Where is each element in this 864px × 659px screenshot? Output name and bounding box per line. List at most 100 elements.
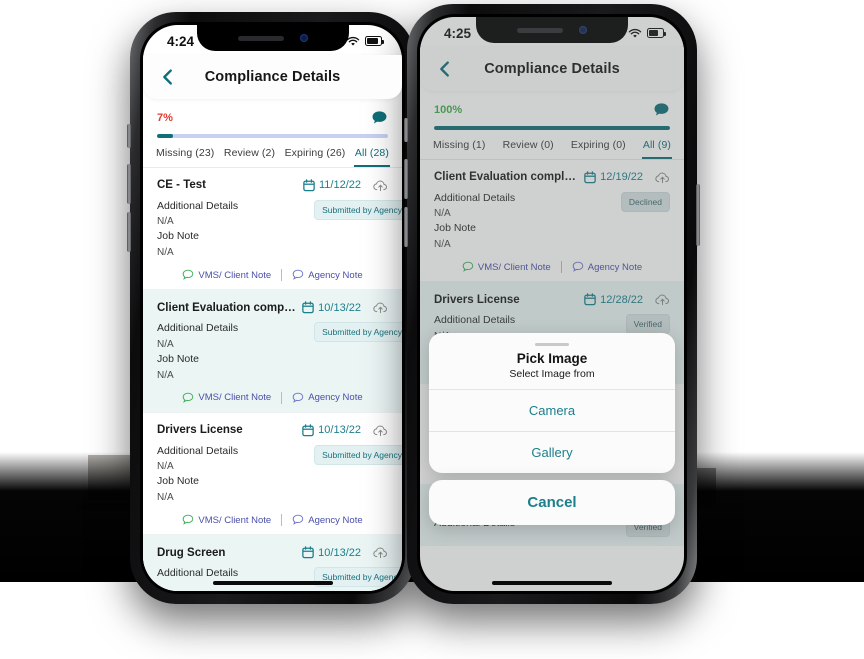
vms-client-note-button[interactable]: VMS/ Client Note [182,392,271,404]
item-note-label: Job Note [157,475,200,488]
cloud-upload-icon[interactable] [373,424,388,437]
item-details-value: N/A [157,216,174,228]
item-details-value: N/A [157,338,174,350]
camera-option[interactable]: Camera [429,390,675,432]
vms-client-note-button[interactable]: VMS/ Client Note [182,514,271,526]
tab-missing[interactable]: Missing (23) [155,138,215,167]
progress-strip-left: 7% [143,99,402,138]
screen-left: 4:24 Compliance Details 7% Missing (23) … [143,25,402,591]
item-date: 10/13/22 [318,301,361,314]
chat-note-icon [183,269,194,280]
item-note-value: N/A [157,247,174,258]
phone-device-right: 4:25 Compliance Details 100% Missing (1)… [404,4,700,604]
chat-note-icon [292,514,304,525]
action-sheet-header: Pick Image Select Image from [429,333,675,390]
list-item[interactable]: Client Evaluation complet... [143,290,402,413]
screen-right: 4:25 Compliance Details 100% Missing (1)… [420,17,684,591]
progress-percent-label: 7% [157,112,173,124]
mute-switch[interactable] [127,124,131,148]
volume-up-button[interactable] [404,159,408,199]
note-divider [281,391,283,404]
item-note-label: Job Note [157,230,200,243]
home-indicator[interactable] [492,581,612,585]
phone-bezel-right: 4:25 Compliance Details 100% Missing (1)… [417,14,687,594]
note-divider [281,269,283,281]
chevron-left-icon[interactable] [157,66,179,88]
scene-root: 4:24 Compliance Details 7% Missing (23) … [0,0,864,659]
vms-client-note-button[interactable]: VMS/ Client Note [182,269,271,281]
tab-all[interactable]: All (28) [353,138,390,167]
cloud-upload-icon[interactable] [373,546,388,559]
item-details-label: Additional Details [157,567,239,579]
agency-note-button[interactable]: Agency Note [292,269,363,281]
cancel-button[interactable]: Cancel [429,480,675,525]
item-date: 10/13/22 [318,546,361,559]
volume-down-button[interactable] [127,212,131,252]
action-sheet-subtitle: Select Image from [509,368,595,380]
list-item[interactable]: CE - Test 11/12/22 Additional Details N/… [143,168,402,290]
drag-handle[interactable] [535,343,569,346]
action-sheet-title: Pick Image [516,351,588,366]
volume-up-button[interactable] [127,164,131,204]
vms-client-note-label: VMS/ Client Note [198,514,272,526]
item-details-value: N/A [157,461,174,473]
item-details-label: Additional Details [157,322,239,334]
agency-note-button[interactable]: Agency Note [292,514,363,526]
item-date: 10/13/22 [318,424,361,436]
vms-client-note-label: VMS/ Client Note [198,269,272,281]
tab-expiring[interactable]: Expiring (26) [284,138,347,167]
item-title: CE - Test [157,179,206,191]
item-title: Client Evaluation complet... [157,301,297,314]
agency-note-button[interactable]: Agency Note [292,392,363,404]
cloud-upload-icon[interactable] [373,179,388,192]
item-date: 11/12/22 [318,179,361,191]
item-details-label: Additional Details [157,444,239,457]
status-badge: Submitted by Agency [314,444,402,465]
phone-bezel-left: 4:24 Compliance Details 7% Missing (23) … [140,22,405,594]
gallery-option[interactable]: Gallery [429,432,675,473]
calendar-icon [302,301,314,314]
list-item[interactable]: Drivers License 10/13/22 Additional Deta… [143,413,402,535]
status-badge: Submitted by Agency [314,322,402,342]
agency-note-label: Agency Note [308,392,363,403]
item-note-value: N/A [157,369,174,381]
shadow-block-left-lower [76,500,136,510]
cloud-upload-icon[interactable] [373,301,388,314]
shadow-block-left [88,455,130,507]
item-note-label: Job Note [157,352,200,365]
item-note-value: N/A [157,492,174,503]
earpiece-speaker [237,35,284,41]
chat-note-icon [183,514,194,525]
chat-bubble-icon[interactable] [371,110,388,126]
calendar-icon [302,546,314,559]
action-sheet-panel: Pick Image Select Image from Camera Gall… [429,333,675,473]
status-time: 4:24 [167,33,195,49]
tab-bar-left[interactable]: Missing (23) Review (2) Expiring (26) Al… [143,137,402,168]
power-button[interactable] [696,184,700,246]
page-title: Compliance Details [204,69,341,85]
calendar-icon [302,423,314,436]
agency-note-label: Agency Note [308,269,363,281]
item-title: Drug Screen [157,546,226,559]
home-indicator[interactable] [212,581,333,585]
vms-client-note-label: VMS/ Client Note [198,392,272,403]
status-badge: Submitted by Agency [314,199,402,220]
mute-switch[interactable] [404,118,408,142]
chat-note-icon [292,392,304,403]
notch [196,25,349,51]
chat-note-icon [183,392,194,403]
item-details-label: Additional Details [157,199,239,212]
chat-note-icon [292,269,304,280]
pick-image-action-sheet: Pick Image Select Image from Camera Gall… [429,333,675,525]
app-header-left: Compliance Details [143,55,402,99]
compliance-list-left[interactable]: CE - Test 11/12/22 Additional Details N/… [143,167,402,591]
wifi-icon [346,36,360,46]
item-title: Drivers License [157,424,243,436]
tab-review[interactable]: Review (2) [223,138,276,167]
agency-note-label: Agency Note [308,514,363,526]
calendar-icon [303,178,315,191]
volume-down-button[interactable] [404,207,408,247]
front-camera [299,34,308,42]
battery-icon [365,36,384,46]
note-divider [281,514,283,526]
